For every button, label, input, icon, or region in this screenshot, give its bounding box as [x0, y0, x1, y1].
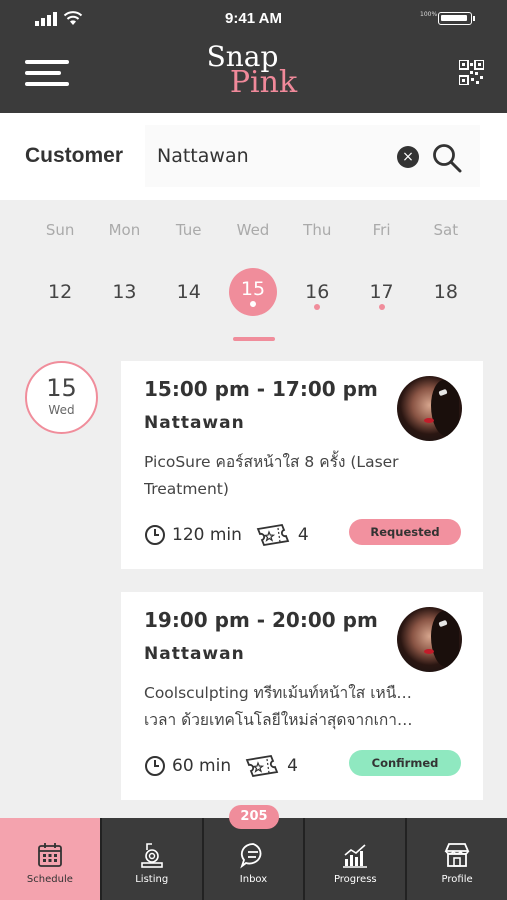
chat-bubble-icon: [240, 843, 262, 869]
clock-icon: [145, 525, 165, 545]
battery-percent: 100%: [420, 11, 438, 18]
customer-name: Nattawan: [144, 413, 245, 433]
nav-label: Listing: [135, 874, 169, 885]
clock-icon: [145, 756, 165, 776]
weekday-header: Sun Mon Tue Wed Thu Fri Sat: [28, 221, 478, 239]
appointment-card[interactable]: 19:00 pm - 20:00 pm Nattawan Coolsculpti…: [121, 592, 483, 800]
sessions-group: 4: [256, 523, 309, 547]
customer-avatar: [397, 376, 462, 441]
appointment-time: 19:00 pm - 20:00 pm: [144, 608, 378, 632]
date-18[interactable]: 18: [414, 268, 478, 316]
avatar-lips: [424, 418, 434, 423]
sessions-group: 4: [245, 754, 298, 778]
customer-search-input[interactable]: [145, 125, 480, 187]
appointment-time: 15:00 pm - 17:00 pm: [144, 377, 378, 401]
nav-label: Profile: [441, 874, 473, 885]
description-line: Coolsculpting ทรีทเม้นท์หน้าใส เหนือกาล: [144, 684, 414, 702]
ticket-icon: [245, 754, 279, 778]
nav-label: Inbox: [239, 874, 268, 885]
store-icon: [444, 843, 470, 867]
duration-text: 120 min: [172, 525, 242, 545]
sessions-count: 4: [297, 525, 309, 545]
appointment-card[interactable]: 15:00 pm - 17:00 pm Nattawan PicoSure คอ…: [121, 361, 483, 569]
weekday-tue: Tue: [175, 221, 202, 239]
customer-name: Nattawan: [144, 644, 245, 664]
snappink-logo: Snap Pink: [0, 43, 507, 100]
top-bar: 9:41 AM 100% Snap Pink: [0, 0, 507, 113]
date-14[interactable]: 14: [157, 268, 221, 316]
weekday-mon: Mon: [108, 221, 141, 239]
appointment-meta: 60 min 4: [144, 752, 298, 780]
day-badge-number: 15: [46, 374, 77, 402]
week-dates: 12 13 14 15 16 17 18: [28, 268, 478, 316]
bar-chart-icon: [343, 844, 368, 868]
event-dot: [249, 301, 256, 307]
date-12[interactable]: 12: [28, 268, 92, 316]
weekday-wed: Wed: [236, 221, 270, 239]
inbox-count-badge: 205: [229, 805, 279, 829]
duration-text: 60 min: [172, 756, 232, 776]
weekday-fri: Fri: [372, 221, 391, 239]
event-dot: [378, 304, 385, 310]
status-badge-requested: Requested: [349, 519, 461, 545]
status-badge-confirmed: Confirmed: [349, 750, 461, 776]
weekday-sun: Sun: [45, 221, 75, 239]
nav-listing[interactable]: Listing: [99, 818, 202, 900]
date-number: 15: [228, 268, 277, 316]
date-15-selected[interactable]: 15: [221, 268, 285, 316]
avatar-lips: [424, 649, 434, 654]
date-number: 12: [48, 281, 73, 303]
nav-progress[interactable]: Progress: [303, 818, 405, 900]
date-17[interactable]: 17: [349, 268, 413, 316]
date-number: 18: [433, 281, 458, 303]
logo-line-2: Pink: [229, 65, 298, 100]
day-badge-weekday: Wed: [48, 403, 75, 417]
description-line: เวลา ด้วยเทคโนโลยีใหม่ล่าสุดจากเกาหลี...: [144, 711, 414, 729]
appointment-meta: 120 min 4: [144, 521, 309, 549]
qr-code-icon[interactable]: [459, 60, 484, 85]
weekday-thu: Thu: [303, 221, 332, 239]
clear-search-button[interactable]: ×: [397, 146, 419, 168]
weekday-sat: Sat: [433, 221, 459, 239]
description-line: PicoSure คอร์สหน้าใส 8 ครั้ง (Laser: [144, 453, 399, 471]
nav-profile[interactable]: Profile: [405, 818, 507, 900]
date-number: 14: [176, 281, 201, 303]
treatment-description: Coolsculpting ทรีทเม้นท์หน้าใส เหนือกาล …: [144, 680, 414, 734]
ticket-icon: [256, 523, 290, 547]
nav-label: Schedule: [26, 874, 73, 885]
sessions-count: 4: [287, 756, 298, 776]
bottom-navigation: Schedule Listing Inbox Progress Profile: [0, 818, 507, 900]
battery-icon: [438, 12, 475, 25]
selected-date-indicator: [233, 337, 275, 341]
nav-label: Progress: [333, 874, 377, 885]
day-badge: 15 Wed: [25, 361, 98, 434]
nav-inbox[interactable]: Inbox: [201, 818, 304, 900]
description-line: Treatment): [144, 480, 229, 498]
nav-schedule[interactable]: Schedule: [0, 818, 100, 900]
customer-search-bar: Customer: [0, 113, 507, 200]
date-number: 13: [112, 281, 137, 303]
calendar-icon: [37, 843, 62, 867]
date-16[interactable]: 16: [285, 268, 349, 316]
search-icon[interactable]: [432, 143, 462, 173]
date-13[interactable]: 13: [92, 268, 156, 316]
listing-icon: [140, 843, 163, 868]
customer-avatar: [397, 607, 462, 672]
treatment-description: PicoSure คอร์สหน้าใส 8 ครั้ง (Laser Trea…: [144, 449, 414, 503]
customer-label: Customer: [25, 144, 124, 167]
